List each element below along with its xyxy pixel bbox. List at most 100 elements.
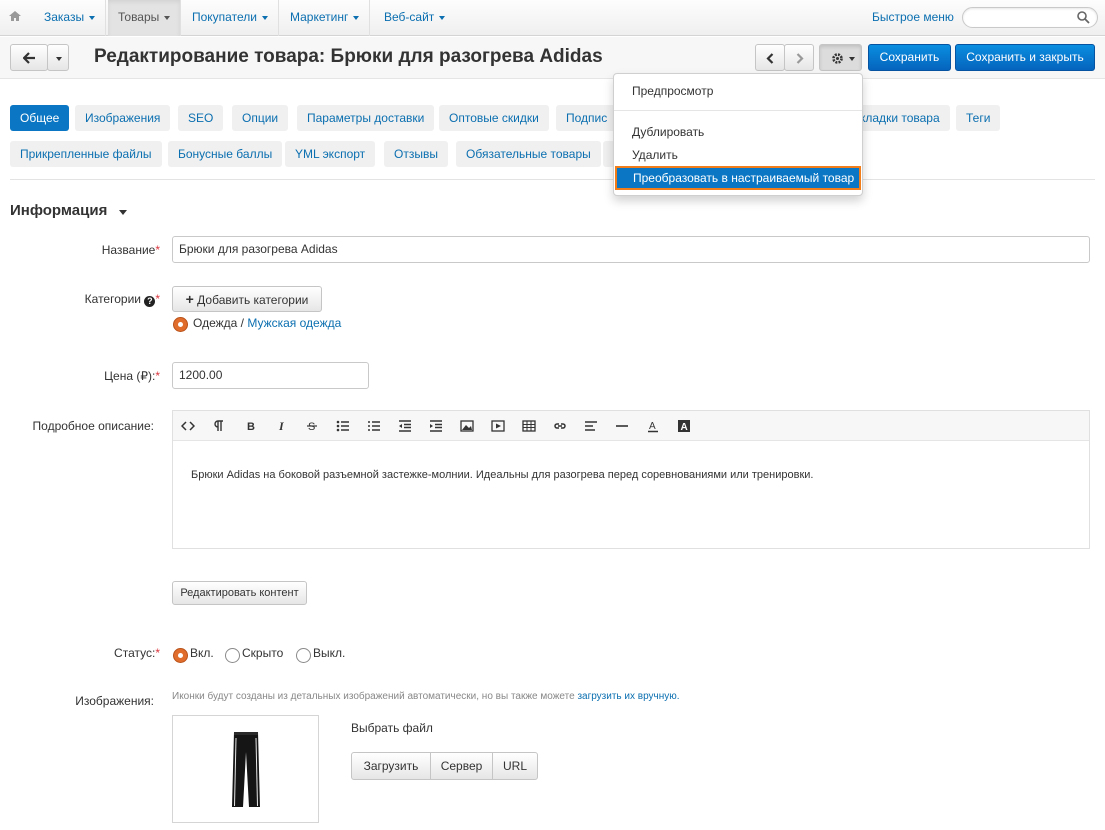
- section-title[interactable]: Информация: [10, 202, 107, 219]
- strikethrough-icon[interactable]: S: [305, 419, 319, 433]
- tab-subscription[interactable]: Подпис: [556, 105, 616, 131]
- search-icon[interactable]: [1076, 10, 1090, 24]
- svg-text:B: B: [247, 421, 255, 433]
- save-close-button[interactable]: Сохранить и закрыть: [955, 44, 1095, 71]
- back-dropdown-button[interactable]: [47, 44, 69, 71]
- chevron-left-icon: [766, 53, 774, 64]
- home-icon[interactable]: [8, 9, 22, 23]
- caret-down-icon: [353, 15, 360, 20]
- edit-content-button[interactable]: Редактировать контент: [172, 581, 307, 605]
- save-button[interactable]: Сохранить: [868, 44, 951, 71]
- actions-dropdown-menu: Предпросмотр Дублировать Удалить Преобра…: [613, 73, 863, 196]
- arrow-left-icon: [23, 52, 35, 64]
- price-label: Цена (₽):*: [104, 369, 160, 383]
- nav-website[interactable]: Веб-сайт: [374, 0, 455, 36]
- font-color-icon[interactable]: A: [646, 419, 660, 433]
- price-field[interactable]: 1200.00: [172, 362, 369, 389]
- status-hidden-radio[interactable]: [225, 648, 240, 663]
- status-hidden-label: Скрыто: [242, 646, 284, 660]
- search-input[interactable]: [962, 7, 1098, 28]
- nav-products[interactable]: Товары: [108, 0, 182, 36]
- editor-toolbar: B I S A A: [173, 411, 1089, 441]
- top-navbar: Заказы Товары Покупатели Маркетинг Веб-с…: [0, 0, 1105, 36]
- manual-upload-link[interactable]: загрузить их вручную.: [577, 691, 679, 702]
- help-icon[interactable]: ?: [144, 296, 156, 307]
- tab-bonus-points[interactable]: Бонусные баллы: [168, 141, 283, 167]
- plus-icon: +: [185, 291, 194, 307]
- svg-text:S: S: [308, 421, 315, 433]
- caret-down-icon: [56, 57, 62, 61]
- tab-shipping[interactable]: Параметры доставки: [297, 105, 435, 131]
- status-on-radio[interactable]: [173, 648, 188, 663]
- tab-reviews[interactable]: Отзывы: [384, 141, 448, 167]
- next-product-button[interactable]: [784, 44, 814, 71]
- url-button[interactable]: URL: [492, 752, 538, 780]
- nav-customers[interactable]: Покупатели: [182, 0, 279, 36]
- nav-orders[interactable]: Заказы: [34, 0, 107, 36]
- bulleted-list-icon[interactable]: [336, 419, 350, 433]
- menu-item-duplicate[interactable]: Дублировать: [632, 125, 704, 139]
- main-category-radio[interactable]: [173, 317, 188, 332]
- tab-images[interactable]: Изображения: [75, 105, 171, 131]
- category-link[interactable]: Мужская одежда: [247, 316, 341, 330]
- caret-down-icon: [261, 15, 268, 20]
- server-button[interactable]: Сервер: [430, 752, 493, 780]
- table-icon[interactable]: [522, 419, 536, 433]
- rich-text-editor[interactable]: B I S A A Брюки Adidas на боковой разъем…: [172, 410, 1090, 549]
- quick-menu-link[interactable]: Быстрое меню: [872, 0, 954, 36]
- svg-text:I: I: [278, 419, 285, 433]
- numbered-list-icon[interactable]: [367, 419, 381, 433]
- caret-down-icon: [164, 15, 171, 20]
- product-image-preview: [172, 715, 319, 823]
- choose-file-label[interactable]: Выбрать файл: [351, 721, 433, 735]
- tab-general[interactable]: Общее: [10, 105, 70, 131]
- video-icon[interactable]: [491, 419, 505, 433]
- gear-icon: [832, 53, 843, 64]
- svg-text:A: A: [681, 422, 688, 433]
- status-label: Статус:*: [114, 646, 160, 660]
- tab-required-products[interactable]: Обязательные товары: [456, 141, 601, 167]
- code-view-icon[interactable]: [181, 419, 195, 433]
- description-text[interactable]: Брюки Adidas на боковой разъемной застеж…: [191, 469, 813, 481]
- menu-item-preview[interactable]: Предпросмотр: [632, 84, 713, 98]
- link-icon[interactable]: [553, 419, 567, 433]
- indent-icon[interactable]: [429, 419, 443, 433]
- images-label: Изображения:: [75, 694, 154, 708]
- chevron-right-icon: [796, 53, 804, 64]
- upload-button[interactable]: Загрузить: [351, 752, 431, 780]
- menu-item-delete[interactable]: Удалить: [632, 148, 678, 162]
- svg-text:A: A: [649, 421, 656, 432]
- menu-divider: [614, 110, 862, 111]
- prev-product-button[interactable]: [755, 44, 785, 71]
- bold-icon[interactable]: B: [243, 419, 257, 433]
- tab-yml-export[interactable]: YML экспорт: [285, 141, 376, 167]
- align-left-icon[interactable]: [584, 419, 598, 433]
- background-color-icon[interactable]: A: [677, 419, 691, 433]
- tab-wholesale[interactable]: Оптовые скидки: [439, 105, 549, 131]
- paragraph-icon[interactable]: [212, 419, 226, 433]
- page-title: Редактирование товара: Брюки для разогре…: [94, 46, 603, 67]
- nav-marketing[interactable]: Маркетинг: [280, 0, 371, 36]
- add-categories-button[interactable]: + Добавить категории: [172, 286, 322, 312]
- tab-options[interactable]: Опции: [232, 105, 289, 131]
- name-label: Название*: [101, 243, 160, 257]
- tab-attached-files[interactable]: Прикрепленные файлы: [10, 141, 162, 167]
- image-icon[interactable]: [460, 419, 474, 433]
- caret-down-icon: [439, 15, 446, 20]
- category-path: Одежда / Мужская одежда: [193, 316, 342, 330]
- caret-down-icon: [89, 15, 96, 20]
- tab-tags[interactable]: Теги: [956, 105, 1001, 131]
- italic-icon[interactable]: I: [274, 419, 288, 433]
- menu-item-convert[interactable]: Преобразовать в настраиваемый товар: [615, 166, 861, 190]
- status-off-label: Выкл.: [313, 646, 346, 660]
- outdent-icon[interactable]: [398, 419, 412, 433]
- horizontal-rule-icon[interactable]: [615, 419, 629, 433]
- back-button[interactable]: [10, 44, 48, 71]
- actions-gear-button[interactable]: [819, 44, 862, 71]
- name-field[interactable]: Брюки для разогрева Adidas: [172, 236, 1090, 263]
- pants-image: [232, 732, 260, 807]
- categories-label: Категории ? *: [84, 292, 160, 307]
- tab-seo[interactable]: SEO: [178, 105, 224, 131]
- status-off-radio[interactable]: [296, 648, 311, 663]
- caret-down-icon[interactable]: [119, 210, 127, 215]
